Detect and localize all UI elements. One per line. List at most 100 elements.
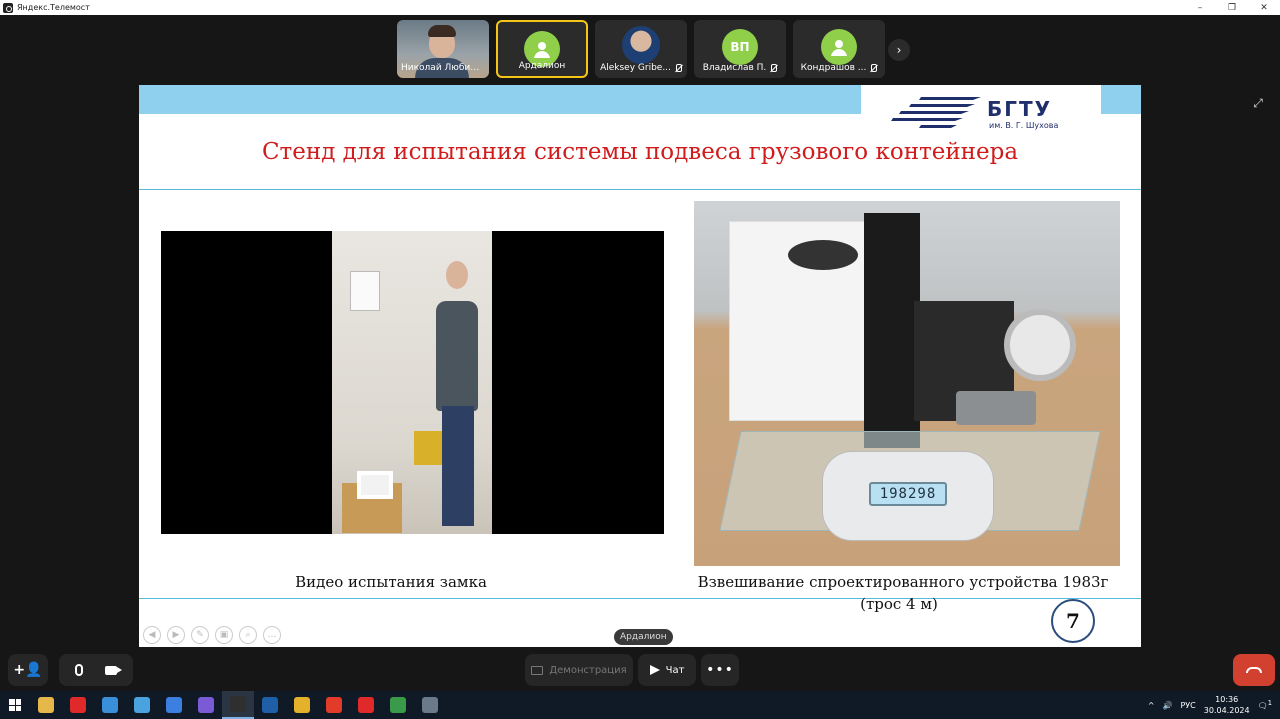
meeting-stage: Николай Любим... Ардалион Aleksey Gribe...…	[0, 15, 1280, 691]
caption-photo-line1: Взвешивание спроектированного устройства…	[697, 573, 1109, 591]
taskbar-edge-icon[interactable]	[94, 691, 126, 719]
camera-icon[interactable]	[105, 665, 122, 675]
slide-toolbar: ◀ ▶ ✎ ▣ ⌕ …	[143, 626, 281, 644]
taskbar-chrome-icon[interactable]	[286, 691, 318, 719]
participant-tile[interactable]: Николай Любим...	[397, 20, 489, 78]
screen-share-icon	[531, 665, 544, 675]
taskbar-snipping-icon[interactable]	[158, 691, 190, 719]
clock-time: 10:36	[1215, 695, 1239, 704]
participant-name: Владислав П.	[698, 61, 782, 75]
scale-display: 198298	[869, 482, 947, 506]
volume-icon[interactable]: 🔊	[1163, 701, 1173, 710]
slide-title: Стенд для испытания системы подвеса груз…	[261, 139, 1019, 165]
participant-tile[interactable]: Aleksey Gribe...	[595, 20, 687, 78]
more-button[interactable]: •••	[701, 654, 739, 686]
mic-muted-icon	[674, 63, 682, 73]
logo-subtitle: им. В. Г. Шухова	[989, 121, 1059, 130]
cardboard-box	[342, 471, 402, 533]
slide-tool-icon[interactable]: ▶	[167, 626, 185, 644]
slide-tool-icon[interactable]: ◀	[143, 626, 161, 644]
mic-muted-icon	[769, 63, 778, 73]
taskbar-file-explorer-icon[interactable]	[30, 691, 62, 719]
user-icon	[831, 40, 847, 56]
cable-spool	[1004, 309, 1076, 381]
participant-name: Николай Любим...	[401, 63, 485, 73]
windows-taskbar: ^ 🔊 РУС 10:36 30.04.2024 🗨1	[0, 691, 1280, 719]
taskbar-calculator-icon[interactable]	[414, 691, 446, 719]
minimize-button[interactable]: –	[1184, 0, 1216, 15]
maximize-button[interactable]: ❐	[1216, 0, 1248, 15]
participant-name: Ардалион	[518, 61, 566, 71]
taskbar-photoshop-icon[interactable]	[254, 691, 286, 719]
slide-tool-icon[interactable]: ✎	[191, 626, 209, 644]
taskbar-viber-icon[interactable]	[190, 691, 222, 719]
participant-tile[interactable]: Ардалион	[496, 20, 588, 78]
logo-name: БГТУ	[987, 97, 1053, 121]
participant-tile[interactable]: ВП Владислав П.	[694, 20, 786, 78]
media-controls	[59, 654, 133, 686]
taskbar-opera-icon[interactable]	[62, 691, 94, 719]
next-participants-button[interactable]: ›	[888, 39, 910, 61]
add-participant-button[interactable]: +👤	[8, 654, 48, 686]
system-tray: ^ 🔊 РУС 10:36 30.04.2024 🗨1	[1148, 691, 1280, 719]
telemost-app-icon	[3, 2, 13, 13]
slide-tool-icon[interactable]: ▣	[215, 626, 233, 644]
chat-button[interactable]: Чат	[638, 654, 696, 686]
taskbar-app-green-icon[interactable]	[382, 691, 414, 719]
slide-tool-icon[interactable]: ⌕	[239, 626, 257, 644]
clock-date: 30.04.2024	[1203, 706, 1250, 715]
window-controls: – ❐ ✕	[1184, 0, 1280, 15]
window-titlebar: Яндекс.Телемост – ❐ ✕	[0, 0, 1280, 15]
microphone-icon[interactable]	[75, 664, 83, 676]
user-icon	[534, 42, 550, 58]
logo-stripes-icon	[891, 97, 981, 128]
taskbar-apps	[30, 691, 446, 719]
participant-avatar-photo	[622, 26, 660, 64]
participant-name: Aleksey Gribe...	[599, 61, 683, 75]
clock[interactable]: 10:36 30.04.2024	[1204, 694, 1250, 716]
hangup-icon	[1246, 667, 1262, 673]
close-button[interactable]: ✕	[1248, 0, 1280, 15]
black-frame	[864, 213, 920, 448]
taskbar-yandex-icon[interactable]	[350, 691, 382, 719]
participants-strip: Николай Любим... Ардалион Aleksey Gribe...…	[397, 20, 885, 78]
video-frame-image	[332, 231, 492, 534]
fullscreen-icon[interactable]: ⤢	[1250, 95, 1266, 111]
start-button[interactable]	[0, 691, 30, 719]
bgtu-logo: БГТУ им. В. Г. Шухова	[861, 85, 1101, 133]
slide-divider-top	[139, 189, 1141, 190]
wall-device	[350, 271, 380, 311]
presentation-slide: БГТУ им. В. Г. Шухова Стенд для испытани…	[139, 85, 1141, 647]
participant-initials: ВП	[730, 40, 750, 54]
weighing-scale: 198298	[822, 451, 994, 541]
weighing-photo: 198298	[694, 201, 1120, 566]
screen-share-button[interactable]: Демонстрация	[525, 654, 633, 686]
chat-label: Чат	[665, 664, 685, 676]
presenter-figure	[432, 261, 482, 531]
speaker-name-tag: Ардалион	[614, 629, 673, 645]
caption-video: Видео испытания замка	[295, 573, 487, 591]
mic-muted-icon	[869, 63, 878, 73]
taskbar-app-blue-icon[interactable]	[126, 691, 158, 719]
participant-tile[interactable]: Кондрашов ...	[793, 20, 885, 78]
window-title: Яндекс.Телемост	[17, 3, 90, 12]
leave-call-button[interactable]	[1233, 654, 1275, 686]
slide-tool-icon[interactable]: …	[263, 626, 281, 644]
participant-avatar: ВП	[722, 29, 758, 65]
lock-test-video[interactable]	[161, 231, 664, 534]
input-language[interactable]: РУС	[1180, 701, 1195, 710]
caption-photo-line2: (трос 4 м)	[860, 595, 938, 613]
notification-center-icon[interactable]: 🗨1	[1258, 699, 1272, 711]
slide-page-number: 7	[1051, 599, 1095, 643]
taskbar-telemost-icon[interactable]	[222, 691, 254, 719]
taskbar-yandex-browser-icon[interactable]	[318, 691, 350, 719]
screen-share-label: Демонстрация	[549, 664, 627, 676]
chat-icon	[649, 665, 660, 675]
participant-avatar	[821, 29, 857, 65]
tray-chevron-icon[interactable]: ^	[1148, 701, 1155, 710]
participant-name: Кондрашов ...	[797, 61, 881, 75]
add-user-icon: +👤	[13, 662, 43, 678]
white-container	[729, 221, 879, 421]
motor	[956, 391, 1036, 425]
more-icon: •••	[706, 662, 734, 678]
